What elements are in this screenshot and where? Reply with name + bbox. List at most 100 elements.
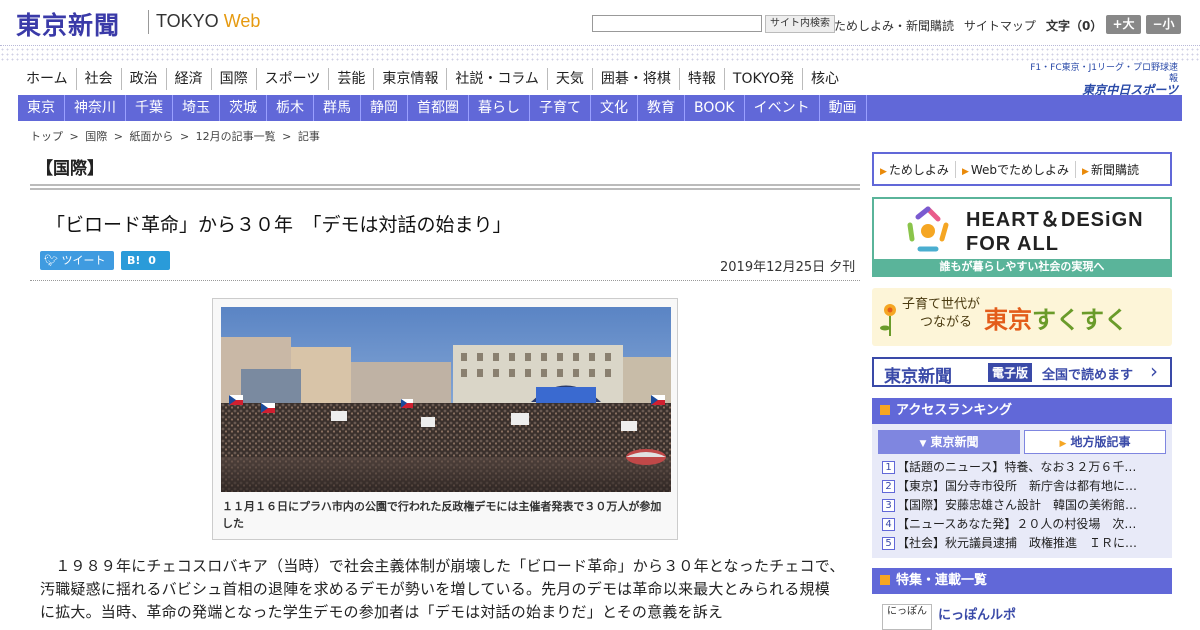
nav-item-entertainment[interactable]: 芸能 bbox=[329, 68, 375, 90]
hatena-label: B! bbox=[127, 254, 141, 267]
logo-divider bbox=[148, 10, 149, 34]
heart-design-subtitle: 誰もが暮らしやすい社会の実現へ bbox=[874, 259, 1170, 275]
tab-tokyo-shimbun-label: 東京新聞 bbox=[930, 435, 979, 449]
nav-item-politics[interactable]: 政治 bbox=[122, 68, 167, 90]
region-item-chiba[interactable]: 千葉 bbox=[126, 95, 173, 121]
epaper-logo: 東京新聞 bbox=[884, 367, 952, 387]
ranking-item[interactable]: 3 【国際】安藤忠雄さん設計 韓国の美術館… bbox=[882, 496, 1160, 515]
tab-tokyo-shimbun[interactable]: ▼ 東京新聞 bbox=[878, 430, 1020, 454]
header-links: ためしよみ・新聞購読 サイトマップ bbox=[834, 17, 1042, 34]
region-item-tokyo[interactable]: 東京 bbox=[18, 95, 65, 121]
font-size-label: 文字（0） bbox=[1046, 19, 1103, 33]
breadcrumb-article: 記事 bbox=[297, 130, 320, 143]
breadcrumb-december[interactable]: 12月の記事一覧 bbox=[196, 130, 276, 143]
nav-item-tokyo-info[interactable]: 東京情報 bbox=[374, 68, 448, 90]
heart-design-line2: FOR ALL bbox=[966, 233, 1059, 255]
square-bullet-icon bbox=[880, 405, 890, 415]
nav-item-tokuho[interactable]: 特報 bbox=[680, 68, 725, 90]
region-item-saitama[interactable]: 埼玉 bbox=[173, 95, 220, 121]
region-item-kosodate[interactable]: 子育て bbox=[530, 95, 591, 121]
nav-item-tokyo-hatsu[interactable]: TOKYO発 bbox=[725, 68, 803, 90]
ranking-list: 1 【話題のニュース】特養、なお３２万６千… 2 【東京】国分寺市役所 新庁舎は都有… bbox=[882, 458, 1166, 553]
sukusuku-tagline-1: 子育て世代が bbox=[902, 297, 981, 312]
square-bullet-icon bbox=[880, 575, 890, 585]
nav-item-world[interactable]: 国際 bbox=[212, 68, 257, 90]
rank-text: 【東京】国分寺市役所 新庁舎は都有地に… bbox=[897, 479, 1138, 493]
epaper-tag: 電子版 bbox=[988, 363, 1033, 382]
region-item-bunka[interactable]: 文化 bbox=[591, 95, 638, 121]
ranking-item[interactable]: 1 【話題のニュース】特養、なお３２万６千… bbox=[882, 458, 1160, 477]
breadcrumb-sep: > bbox=[179, 130, 190, 143]
article-date: 2019年12月25日 夕刊 bbox=[720, 260, 856, 275]
rank-number: 1 bbox=[882, 461, 895, 474]
section-divider bbox=[30, 184, 860, 190]
f1-banner-line1: F1・FC東京・J1リーグ・プロ野球速報 bbox=[1030, 63, 1178, 84]
search-input[interactable] bbox=[592, 15, 762, 32]
breadcrumb-world[interactable]: 国際 bbox=[85, 130, 107, 143]
breadcrumb-sep: > bbox=[69, 130, 79, 143]
heart-design-line1: HEART＆DESiGN bbox=[966, 209, 1144, 231]
nav-item-kakushin[interactable]: 核心 bbox=[803, 68, 847, 90]
hatena-bookmark-button[interactable]: B! 0 bbox=[121, 251, 170, 270]
sukusuku-brand-name: すくすく bbox=[1032, 306, 1128, 334]
nav-item-home[interactable]: ホーム bbox=[18, 68, 77, 90]
ranking-item[interactable]: 4 【ニュースあなた発】２０人の村役場 次… bbox=[882, 515, 1160, 534]
tameshiyomi-label: ためしよみ bbox=[888, 162, 949, 177]
heart-design-banner[interactable]: HEART＆DESiGN FOR ALL 誰もが暮らしやすい社会の実現へ bbox=[872, 197, 1172, 277]
region-item-event[interactable]: イベント bbox=[745, 95, 820, 121]
ranking-item[interactable]: 2 【東京】国分寺市役所 新庁舎は都有地に… bbox=[882, 477, 1160, 496]
nippon-repo-link[interactable]: にっぽんルポ bbox=[938, 604, 1016, 623]
font-bigger-button[interactable]: +大 bbox=[1106, 15, 1141, 34]
triangle-icon: ▶ bbox=[1082, 166, 1089, 177]
chunichi-sports-banner[interactable]: F1・FC東京・J1リーグ・プロ野球速報 東京中日スポーツ bbox=[1022, 63, 1178, 96]
nav-item-economy[interactable]: 経済 bbox=[167, 68, 212, 90]
region-item-book[interactable]: BOOK bbox=[685, 95, 745, 121]
region-item-kyoiku[interactable]: 教育 bbox=[638, 95, 685, 121]
region-item-ibaraki[interactable]: 茨城 bbox=[220, 95, 267, 121]
rank-number: 4 bbox=[882, 518, 895, 531]
main-nav: ホーム 社会 政治 経済 国際 スポーツ 芸能 東京情報 社説・コラム 天気 囲… bbox=[18, 68, 847, 90]
site-search-button[interactable]: サイト内検索 bbox=[765, 15, 835, 33]
chevron-right-icon: › bbox=[1150, 359, 1158, 383]
subscribe-link[interactable]: ためしよみ・新聞購読 bbox=[834, 19, 954, 33]
photo-caption: １１月１６日にプラハ市内の公園で行われた反政権デモには主催者発表で３０万人が参加… bbox=[222, 500, 662, 530]
sukusuku-brand: 東京すくすく bbox=[984, 300, 1128, 335]
tab-local-articles-label: 地方版記事 bbox=[1070, 435, 1131, 449]
nav-item-editorial[interactable]: 社説・コラム bbox=[447, 68, 548, 90]
tokyo-web-logo[interactable]: TOKYO Web bbox=[156, 11, 260, 32]
special-header: 特集・連載一覧 bbox=[872, 568, 1172, 594]
special-title: 特集・連載一覧 bbox=[896, 573, 988, 588]
nav-item-weather[interactable]: 天気 bbox=[548, 68, 593, 90]
tab-triangle-icon: ▶ bbox=[1059, 439, 1067, 449]
tameshiyomi-button[interactable]: ▶ ためしよみ bbox=[874, 160, 956, 178]
breadcrumb-paper[interactable]: 紙面から bbox=[129, 130, 173, 143]
region-item-kanagawa[interactable]: 神奈川 bbox=[65, 95, 126, 121]
sitemap-link[interactable]: サイトマップ bbox=[964, 19, 1036, 33]
region-item-shizuoka[interactable]: 静岡 bbox=[361, 95, 408, 121]
nippon-repo-thumbnail[interactable]: にっぽん bbox=[882, 604, 932, 630]
ranking-item[interactable]: 5 【社会】秋元議員逮捕 政権推進 ＩＲに… bbox=[882, 534, 1160, 553]
epaper-text: 全国で読めます bbox=[1042, 368, 1134, 383]
breadcrumb-top[interactable]: トップ bbox=[30, 130, 63, 143]
site-logo[interactable]: 東京新聞 bbox=[16, 6, 120, 42]
sukusuku-banner[interactable]: 子育て世代が つながる 東京すくすく bbox=[872, 288, 1172, 346]
tweet-button[interactable]: 🐦︎ ツイート bbox=[40, 251, 114, 270]
tab-local-articles[interactable]: ▶ 地方版記事 bbox=[1024, 430, 1166, 454]
nav-item-sports[interactable]: スポーツ bbox=[257, 68, 330, 90]
section-title: 【国際】 bbox=[36, 159, 104, 179]
font-smaller-button[interactable]: −小 bbox=[1146, 15, 1181, 34]
subscribe-button[interactable]: ▶ 新聞購読 bbox=[1076, 161, 1145, 178]
region-item-video[interactable]: 動画 bbox=[820, 95, 867, 121]
epaper-banner[interactable]: 東京新聞 電子版 全国で読めます › bbox=[872, 357, 1172, 387]
rank-text: 【話題のニュース】特養、なお３２万６千… bbox=[897, 460, 1137, 474]
region-item-tochigi[interactable]: 栃木 bbox=[267, 95, 314, 121]
sukusuku-tagline: 子育て世代が つながる bbox=[902, 296, 980, 332]
region-item-gunma[interactable]: 群馬 bbox=[314, 95, 361, 121]
protest-photo[interactable] bbox=[221, 307, 671, 492]
region-item-shutoken[interactable]: 首都圏 bbox=[408, 95, 469, 121]
web-tameshiyomi-button[interactable]: ▶ Webでためしよみ bbox=[956, 160, 1077, 178]
nav-item-society[interactable]: 社会 bbox=[77, 68, 122, 90]
rank-text: 【ニュースあなた発】２０人の村役場 次… bbox=[897, 517, 1137, 531]
region-item-kurashi[interactable]: 暮らし bbox=[469, 95, 530, 121]
nav-item-go-shogi[interactable]: 囲碁・将棋 bbox=[593, 68, 680, 90]
